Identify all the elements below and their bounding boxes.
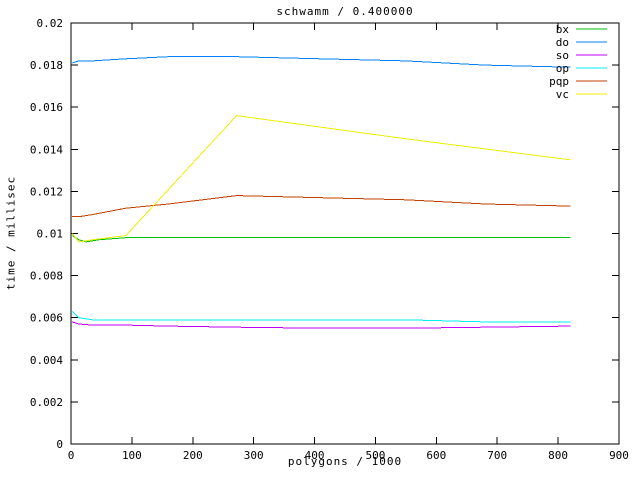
x-tick-label: 900 — [609, 449, 629, 462]
y-tick-label: 0.018 — [30, 59, 63, 72]
y-tick-label: 0.008 — [30, 270, 63, 283]
legend-label-so: so — [556, 49, 569, 62]
x-tick-label: 0 — [68, 449, 75, 462]
legend-label-bx: bx — [556, 23, 570, 36]
series-line-so — [72, 322, 570, 328]
legend-label-pqp: pqp — [549, 75, 569, 88]
y-tick-label: 0.01 — [37, 228, 64, 241]
x-tick-label: 300 — [244, 449, 264, 462]
plot-border — [71, 23, 619, 444]
chart-canvas: schwamm / 0.400000 time / millisec polyg… — [0, 0, 640, 480]
x-tick-label: 400 — [305, 449, 325, 462]
y-tick-label: 0.014 — [30, 143, 63, 156]
x-tick-label: 800 — [548, 449, 568, 462]
series-line-op — [72, 311, 570, 322]
y-tick-label: 0.002 — [30, 396, 63, 409]
y-tick-label: 0.02 — [37, 17, 64, 30]
legend-label-do: do — [556, 36, 569, 49]
plot-area: 0 100 200 300 400 500 600 700 800 900 0 0.002 0.004 0… — [0, 0, 640, 480]
y-tick-label: 0.006 — [30, 312, 63, 325]
y-tick-label: 0.016 — [30, 101, 63, 114]
legend-label-vc: vc — [556, 88, 569, 101]
x-tick-label: 100 — [122, 449, 142, 462]
x-tick-label: 700 — [487, 449, 507, 462]
y-tick-label: 0 — [56, 438, 63, 451]
y-tick-label: 0.004 — [30, 354, 63, 367]
series-line-pqp — [72, 196, 570, 217]
series-line-bx — [72, 236, 570, 242]
x-tick-label: 600 — [426, 449, 446, 462]
legend-label-op: op — [556, 62, 569, 75]
series-line-do — [72, 57, 570, 67]
y-tick-label: 0.012 — [30, 185, 63, 198]
x-tick-label: 200 — [183, 449, 203, 462]
x-tick-label: 500 — [366, 449, 386, 462]
series-line-vc — [72, 116, 570, 242]
